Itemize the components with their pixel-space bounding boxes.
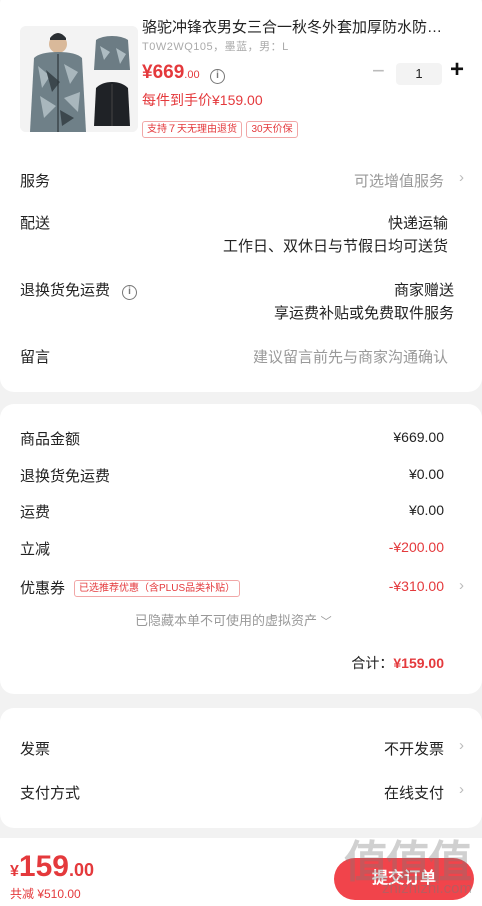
invoice-value[interactable]: 不开发票 — [384, 738, 444, 759]
invoice-payment-card: 发票 不开发票 › 支付方式 在线支付 › — [0, 708, 482, 828]
service-label: 服务 — [20, 173, 51, 190]
info-glyph: i — [210, 69, 225, 84]
payment-method-label: 支付方式 — [20, 785, 81, 802]
footer-price-symbol: ¥ — [10, 863, 19, 880]
total-label: 合计： — [351, 655, 394, 671]
payment-chevron-icon[interactable]: › — [459, 781, 464, 798]
product-image[interactable] — [20, 26, 138, 132]
return-fee-value: ¥0.00 — [408, 466, 444, 482]
coupon-tag-text: 已选推荐优惠（含PLUS品类补贴） — [74, 580, 241, 597]
total-value: ¥159.00 — [393, 655, 444, 671]
delivery-method[interactable]: 快递运输 — [388, 212, 448, 233]
coupon-tag: 已选推荐优惠（含PLUS品类补贴） — [74, 578, 241, 597]
return-shipping-label: 退换货免运费 — [20, 282, 111, 299]
return-fee-label: 退换货免运费 — [20, 468, 111, 485]
footer-saved-amount: 共减 ¥510.00 — [10, 887, 81, 901]
coupon-label: 优惠券 — [20, 580, 66, 597]
product-spec[interactable]: T0W2WQ105，墨蓝，男：L — [142, 38, 289, 54]
service-chevron-icon[interactable]: › — [459, 169, 464, 186]
coupon-chevron-icon[interactable]: › — [459, 577, 464, 594]
message-label: 留言 — [20, 349, 51, 366]
goods-amount-value: ¥669.00 — [393, 429, 444, 445]
footer-total-price: ¥159.00 — [10, 850, 94, 884]
quantity-minus-button[interactable]: − — [372, 58, 385, 84]
tag-7day-return: 支持７天无理由退货 — [142, 121, 242, 138]
product-price: ¥669.00 — [142, 62, 200, 84]
message-input[interactable]: 建议留言前先与商家沟通确认 — [253, 346, 448, 367]
coupon-value[interactable]: -¥310.00 — [389, 578, 444, 594]
caret-down-icon: ﹀ — [320, 616, 332, 628]
quantity-plus-button[interactable]: + — [450, 56, 464, 84]
discount-value: -¥200.00 — [388, 539, 444, 555]
product-title[interactable]: 骆驼冲锋衣男女三合一秋冬外套加厚防水防… — [142, 16, 462, 37]
tag-price-protect: 30天价保 — [246, 121, 298, 138]
invoice-chevron-icon[interactable]: › — [459, 737, 464, 754]
quantity-input[interactable]: 1 — [396, 63, 442, 85]
shipping-label: 运费 — [20, 504, 51, 521]
price-info-icon[interactable]: i — [210, 65, 225, 84]
return-shipping-desc: 享运费补贴或免费取件服务 — [273, 305, 454, 322]
discount-label: 立减 — [20, 541, 51, 558]
hidden-assets-toggle[interactable]: 已隐藏本单不可使用的虚拟资产 ﹀ — [135, 610, 332, 629]
product-tags: 支持７天无理由退货 30天价保 — [142, 119, 298, 138]
product-price-value: ¥669 — [142, 62, 185, 83]
shipping-value: ¥0.00 — [408, 502, 444, 518]
delivery-time: 工作日、双休日与节假日均可送货 — [222, 238, 448, 255]
delivery-label: 配送 — [20, 215, 51, 232]
invoice-label: 发票 — [20, 741, 51, 758]
footer-price-decimal: .00 — [68, 860, 94, 880]
return-info-icon[interactable]: i — [122, 281, 137, 300]
hidden-assets-text: 已隐藏本单不可使用的虚拟资产 — [135, 613, 318, 628]
return-shipping-value: 商家赠送 — [393, 282, 454, 299]
product-price-decimal: .00 — [184, 69, 200, 81]
payment-method-value[interactable]: 在线支付 — [384, 782, 444, 803]
total-row: 合计：¥159.00 — [351, 653, 444, 673]
info-glyph: i — [122, 285, 137, 300]
service-value[interactable]: 可选增值服务 — [354, 170, 444, 191]
footer-price-value: 159 — [18, 850, 69, 883]
price-summary-card: 商品金额 ¥669.00 退换货免运费 ¥0.00 运费 ¥0.00 立减 -¥… — [0, 404, 482, 694]
watermark-url: zhizhizhi.com — [381, 880, 472, 897]
goods-amount-label: 商品金额 — [20, 431, 81, 448]
each-price: 每件到手价¥159.00 — [142, 92, 263, 108]
order-items-card: 骆驼冲锋衣男女三合一秋冬外套加厚防水防… T0W2WQ105，墨蓝，男：L ¥6… — [0, 0, 482, 392]
